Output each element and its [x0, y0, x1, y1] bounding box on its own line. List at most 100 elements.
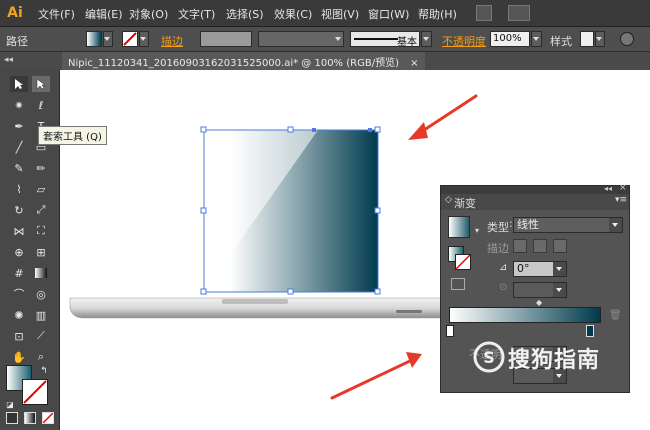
fill-dropdown[interactable] — [103, 31, 113, 47]
width-tool-icon[interactable]: ⋈ — [10, 223, 28, 239]
swap-fill-stroke-icon[interactable]: ↰ — [38, 363, 50, 379]
pencil-tool-icon[interactable]: ✏ — [32, 160, 50, 176]
gradient-type-select[interactable]: 线性 — [513, 217, 623, 233]
perspective-grid-tool-icon[interactable]: ⊞ — [32, 244, 50, 260]
sogou-logo-icon: S — [473, 341, 505, 373]
blob-brush-tool-icon[interactable]: ⌇ — [10, 181, 28, 197]
opacity-input[interactable]: 100% — [490, 31, 530, 47]
menu-select[interactable]: 选择(S) — [226, 6, 264, 22]
delete-stop-icon[interactable]: 🗑 — [609, 310, 622, 321]
svg-text:S: S — [483, 348, 495, 367]
stroke-along-icon[interactable] — [533, 239, 547, 253]
stroke-label[interactable]: 描边 — [161, 33, 183, 49]
default-colors-icon[interactable]: ◪ — [4, 396, 16, 412]
reverse-gradient-icon[interactable] — [451, 278, 465, 290]
menu-bar: Ai 文件(F) 编辑(E) 对象(O) 文字(T) 选择(S) 效果(C) 视… — [0, 0, 650, 27]
control-bar: 路径 描边 基本 不透明度 100% 样式 — [0, 27, 650, 52]
graphic-style-swatch[interactable] — [580, 31, 594, 47]
panel-collapse-icon[interactable]: ◂◂ — [4, 55, 13, 65]
document-tab-title: Nipic_11120341_20160903162031525000.ai* … — [68, 58, 399, 69]
illustrator-logo: Ai — [7, 5, 23, 21]
panel-close-icon[interactable]: × — [619, 183, 627, 193]
fill-swatch[interactable] — [86, 31, 102, 47]
mesh-tool-icon[interactable]: # — [10, 265, 28, 281]
recolor-artwork-icon[interactable] — [620, 32, 634, 46]
panel-menu-icon[interactable]: ▾≡ — [615, 195, 627, 205]
angle-value: 0° — [517, 262, 530, 275]
menu-view[interactable]: 视图(V) — [321, 6, 359, 22]
scale-tool-icon[interactable]: ⤢ — [32, 202, 50, 218]
style-label: 样式 — [550, 35, 572, 48]
gradient-slider[interactable] — [449, 307, 601, 323]
document-tab-bar: ◂◂ Nipic_11120341_20160903162031525000.a… — [0, 52, 650, 70]
stroke-color-swatch[interactable] — [22, 379, 48, 405]
brush-style-label: 基本 — [397, 37, 417, 48]
arrange-documents-icon[interactable] — [508, 5, 530, 21]
close-tab-icon[interactable]: × — [410, 58, 418, 69]
gradient-tool-icon[interactable] — [32, 265, 50, 281]
gradient-panel-tab[interactable]: ◇ 渐变 ▾≡ — [441, 194, 629, 210]
hand-tool-icon[interactable]: ✋ — [10, 349, 28, 365]
stroke-swatch[interactable] — [122, 31, 138, 47]
color-mode-icon[interactable] — [6, 412, 18, 424]
thumbnail-dropdown-icon[interactable]: ▾ — [475, 226, 479, 235]
artboard-tool-icon[interactable]: ⊡ — [10, 328, 28, 344]
eraser-tool-icon[interactable]: ▱ — [32, 181, 50, 197]
eyedropper-tool-icon[interactable]: ⌒ — [10, 286, 28, 302]
lasso-tool-icon[interactable]: ℓ — [32, 97, 50, 113]
watermark-text: 搜狗指南 — [508, 348, 601, 373]
document-tab[interactable]: Nipic_11120341_20160903162031525000.ai* … — [62, 52, 425, 70]
gradient-mode-icon[interactable] — [24, 412, 36, 424]
gradient-stop-end[interactable] — [586, 325, 594, 337]
aspect-ratio-input[interactable] — [513, 282, 567, 298]
shape-builder-tool-icon[interactable]: ⊕ — [10, 244, 28, 260]
menu-file[interactable]: 文件(F) — [38, 6, 75, 22]
column-graph-tool-icon[interactable]: ▥ — [32, 307, 50, 323]
panel-options-toggle-icon[interactable]: ◇ — [445, 195, 452, 205]
stroke-across-icon[interactable] — [553, 239, 567, 253]
paintbrush-tool-icon[interactable]: ✎ — [10, 160, 28, 176]
menu-type[interactable]: 文字(T) — [178, 6, 215, 22]
bridge-icon[interactable] — [476, 5, 492, 21]
variable-width-profile[interactable] — [258, 31, 344, 47]
sogou-watermark: S 搜狗指南 — [470, 340, 640, 374]
symbol-sprayer-tool-icon[interactable]: ✺ — [10, 307, 28, 323]
panel-stroke-swatch[interactable] — [455, 254, 471, 270]
angle-input[interactable]: 0° — [513, 261, 567, 277]
watermark-url: zhinan.sogou.com — [460, 414, 561, 427]
rotate-tool-icon[interactable]: ↻ — [10, 202, 28, 218]
none-stroke-icon — [123, 32, 137, 46]
gradient-thumbnail[interactable] — [448, 216, 470, 238]
gradient-panel-title: 渐变 — [454, 197, 476, 210]
brush-definition[interactable]: 基本 — [350, 31, 420, 48]
blend-tool-icon[interactable]: ◎ — [32, 286, 50, 302]
panel-title-strip[interactable]: ◂◂ × — [441, 183, 629, 194]
opacity-label[interactable]: 不透明度 — [442, 33, 486, 49]
midpoint-diamond-icon[interactable]: ◆ — [536, 298, 542, 307]
menu-help[interactable]: 帮助(H) — [418, 6, 457, 22]
panel-collapse-icon[interactable]: ◂◂ — [604, 184, 612, 193]
menu-object[interactable]: 对象(O) — [129, 6, 168, 22]
slice-tool-icon[interactable]: ⟋ — [32, 328, 50, 344]
lasso-tooltip: 套索工具 (Q) — [38, 126, 107, 145]
line-segment-tool-icon[interactable]: ╱ — [10, 139, 28, 155]
direct-selection-tool-icon[interactable] — [32, 76, 50, 92]
free-transform-tool-icon[interactable]: ⛶ — [32, 223, 50, 239]
gradient-stop-start[interactable] — [446, 325, 454, 337]
menu-effect[interactable]: 效果(C) — [274, 6, 312, 22]
object-type-label: 路径 — [6, 35, 28, 48]
brush-dropdown[interactable] — [421, 31, 432, 47]
magic-wand-tool-icon[interactable]: ✷ — [10, 97, 28, 113]
selection-tool-icon[interactable] — [10, 76, 28, 92]
stroke-line-icon — [354, 38, 398, 40]
opacity-dropdown[interactable] — [531, 31, 542, 47]
stroke-weight-field[interactable] — [200, 31, 252, 47]
none-color-icon — [23, 380, 47, 404]
menu-window[interactable]: 窗口(W) — [368, 6, 409, 22]
menu-edit[interactable]: 编辑(E) — [85, 6, 123, 22]
stroke-within-icon[interactable] — [513, 239, 527, 253]
graphic-style-dropdown[interactable] — [595, 31, 605, 47]
pen-tool-icon[interactable]: ✒ — [10, 118, 28, 134]
none-mode-icon[interactable] — [42, 412, 54, 424]
stroke-dropdown[interactable] — [139, 31, 149, 47]
